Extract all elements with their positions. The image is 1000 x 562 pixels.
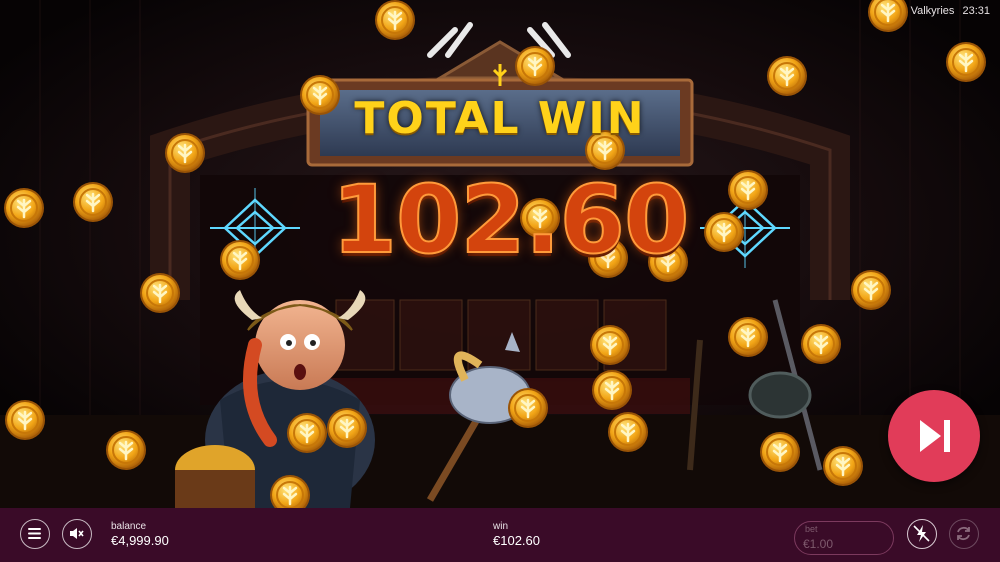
turbo-button[interactable] [907,519,937,549]
lightning-off-icon [913,525,930,542]
sound-button[interactable] [62,519,92,549]
balance-label: balance [111,521,147,532]
hamburger-menu-icon [28,528,41,539]
skip-forward-icon [920,420,950,452]
win-label: win [493,521,509,532]
bet-selector[interactable]: bet €1.00 [794,521,894,555]
bet-label: bet [805,524,818,534]
game-name: Valkyries [910,5,955,17]
skip-button[interactable] [888,390,980,482]
balance-value: €4,999.90 [111,533,169,548]
menu-button[interactable] [20,519,50,549]
control-bar: balance €4,999.90 win €102.60 bet €1.00 [0,508,1000,562]
speaker-muted-icon [70,528,84,539]
bet-value: €1.00 [803,537,834,551]
clock: 23:31 [962,5,990,17]
status-bar: Valkyries 23:31 [906,5,990,17]
win-value: €102.60 [493,533,540,548]
autoplay-icon [957,526,970,541]
autoplay-button[interactable] [949,519,979,549]
total-win-title: TOTAL WIN [354,93,646,144]
total-win-amount: 102.60 [331,165,691,276]
